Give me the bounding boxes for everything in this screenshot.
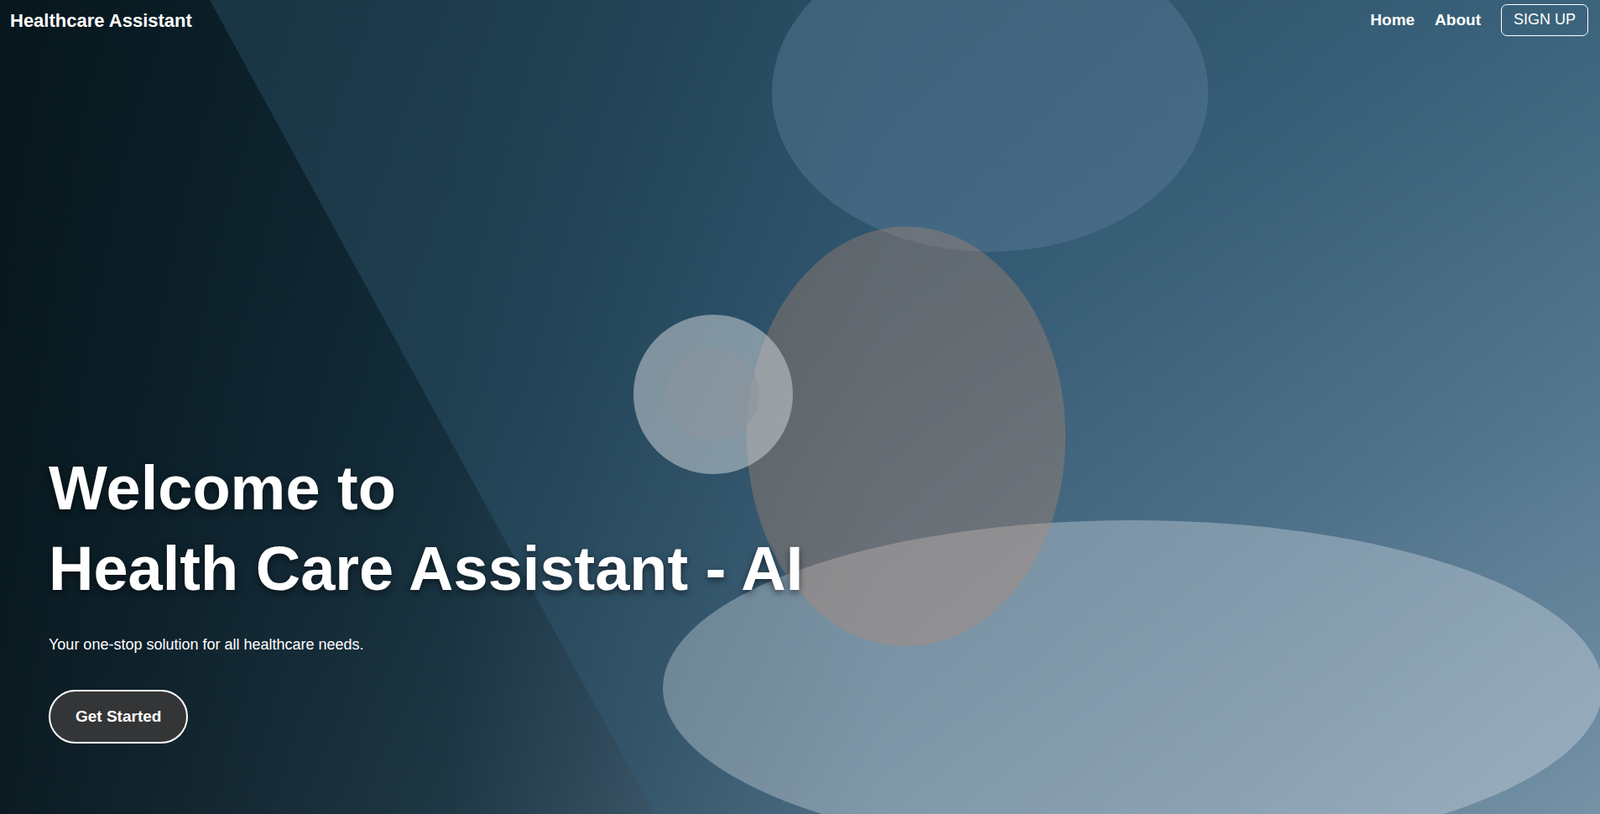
brand-link[interactable]: Healthcare Assistant bbox=[10, 6, 193, 35]
get-started-button[interactable]: Get Started bbox=[48, 689, 188, 745]
hero-section: Healthcare Assistant Home About SIGN UP Welc… bbox=[0, 0, 1600, 814]
hero-photo bbox=[0, 0, 1600, 814]
top-navbar: Healthcare Assistant Home About SIGN UP bbox=[0, 0, 1600, 41]
hero-subtitle: Your one-stop solution for all healthcar… bbox=[48, 633, 365, 657]
nav-link-item[interactable]: Home bbox=[1370, 8, 1415, 33]
signup-button[interactable]: SIGN UP bbox=[1500, 4, 1589, 36]
title-line: Health Care Assistant - AI bbox=[48, 528, 803, 610]
title-line: Welcome to bbox=[48, 448, 803, 529]
nav-link-item[interactable]: About bbox=[1434, 8, 1481, 33]
hero-title: Welcome toHealth Care Assistant - AI bbox=[48, 448, 803, 610]
hero-content: Welcome toHealth Care Assistant - AI Your… bbox=[0, 40, 1600, 814]
